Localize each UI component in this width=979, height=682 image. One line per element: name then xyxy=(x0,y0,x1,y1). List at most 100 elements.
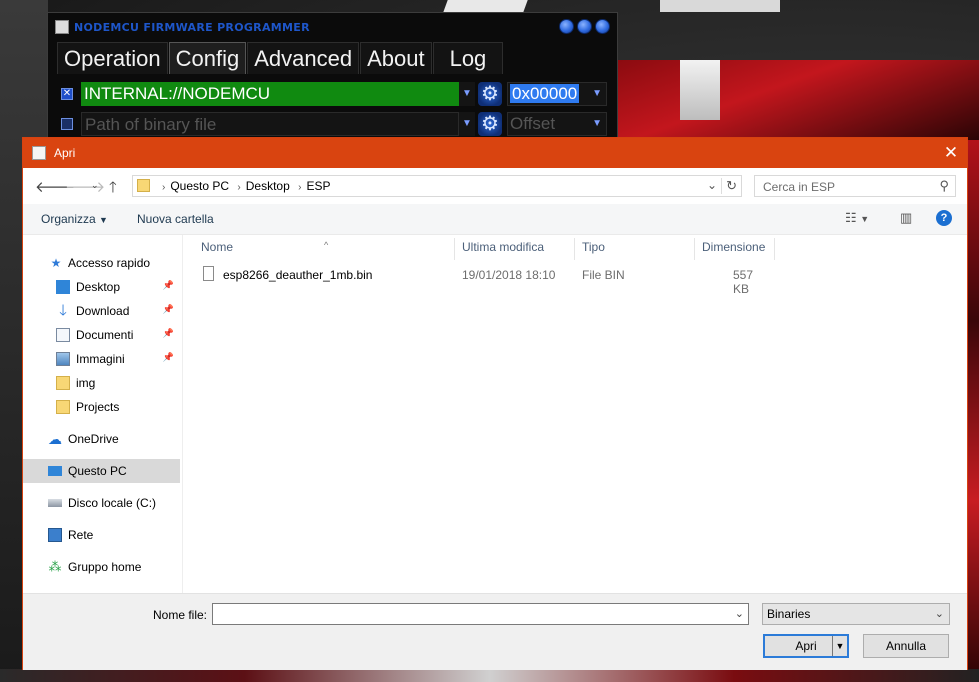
column-header-size[interactable]: Dimensione xyxy=(695,238,775,260)
tab-log[interactable]: Log xyxy=(432,42,504,74)
new-folder-button[interactable]: Nuova cartella xyxy=(137,212,214,226)
gear-icon[interactable]: ⚙ xyxy=(478,112,502,136)
breadcrumb: › Questo PC › Desktop › ESP xyxy=(157,179,330,193)
nav-homegroup[interactable]: ⁂ Gruppo home xyxy=(23,555,180,579)
maximize-icon[interactable] xyxy=(577,19,592,34)
nav-item-label: Immagini xyxy=(76,352,125,366)
nav-quick-access[interactable]: ★ Accesso rapido xyxy=(23,251,180,275)
nav-this-pc[interactable]: Questo PC xyxy=(23,459,180,483)
row-1-address-value: 0x00000 xyxy=(510,84,580,103)
download-icon: 🡓 xyxy=(59,302,67,319)
chevron-down-icon: ▼ xyxy=(592,88,602,99)
row-2-path[interactable]: Path of binary file xyxy=(81,112,459,136)
nav-item-label: Projects xyxy=(76,400,120,414)
view-options-icon[interactable]: ☷ ▼ xyxy=(845,210,869,226)
nav-item-label: Desktop xyxy=(76,280,121,294)
tab-advanced[interactable]: Advanced xyxy=(247,42,360,74)
refresh-icon[interactable]: ↻ xyxy=(721,178,737,194)
background-car xyxy=(618,60,979,140)
tab-operation[interactable]: Operation xyxy=(57,42,168,74)
file-modified: 19/01/2018 18:10 xyxy=(462,268,556,282)
breadcrumb-esp[interactable]: ESP xyxy=(306,179,330,193)
nav-network[interactable]: Rete xyxy=(23,523,180,547)
search-input[interactable]: Cerca in ESP ⚲ xyxy=(754,175,956,197)
nav-item-documenti[interactable]: Documenti 📌 xyxy=(23,323,180,347)
close-icon[interactable] xyxy=(595,19,610,34)
preview-pane-icon[interactable]: ▥ xyxy=(900,210,912,226)
search-placeholder: Cerca in ESP xyxy=(763,180,836,194)
breadcrumb-separator: › xyxy=(298,182,302,193)
folder-icon xyxy=(137,179,150,192)
breadcrumb-separator: › xyxy=(162,182,166,193)
background-stripe xyxy=(660,0,780,12)
chevron-down-icon[interactable]: ⌄ xyxy=(707,178,717,192)
row-1-path[interactable]: INTERNAL://NODEMCU xyxy=(81,82,459,106)
nodemcu-window: NODEMCU FIRMWARE PROGRAMMER Operation Co… xyxy=(47,12,618,140)
table-row[interactable]: esp8266_deauther_1mb.bin 19/01/2018 18:1… xyxy=(201,265,771,296)
up-arrow-icon[interactable]: 🡑 xyxy=(109,177,117,202)
close-icon[interactable]: ✕ xyxy=(935,138,967,168)
nav-this-pc-label: Questo PC xyxy=(68,464,127,478)
chevron-down-icon[interactable]: ▼ xyxy=(832,636,847,656)
file-name: esp8266_deauther_1mb.bin xyxy=(223,268,373,282)
dialog-footer: Nome file: ⌄ Binaries ⌄ Apri ▼ Annulla xyxy=(23,593,967,670)
organize-button[interactable]: Organizza ▼ xyxy=(41,212,108,226)
forward-arrow-icon[interactable]: 🡒 xyxy=(65,177,105,196)
folder-icon xyxy=(56,376,70,390)
chevron-down-icon: ⌄ xyxy=(934,608,944,620)
nav-item-label: img xyxy=(76,376,96,390)
background-car-detail xyxy=(680,60,720,120)
app-icon xyxy=(32,146,46,160)
chevron-down-icon[interactable]: ▼ xyxy=(459,82,475,106)
pin-icon[interactable]: 📌 xyxy=(163,328,174,339)
dialog-titlebar: Apri ✕ xyxy=(23,138,967,168)
open-button[interactable]: Apri ▼ xyxy=(763,634,849,658)
row-2-address[interactable]: Offset ▼ xyxy=(507,112,607,136)
pin-icon[interactable]: 📌 xyxy=(163,280,174,291)
row-1-checkbox[interactable]: ✕ xyxy=(61,88,73,100)
open-button-label: Apri xyxy=(795,639,817,653)
gear-icon[interactable]: ⚙ xyxy=(478,82,502,106)
cancel-button[interactable]: Annulla xyxy=(863,634,949,658)
chevron-down-icon[interactable]: ⌄ xyxy=(735,607,744,620)
file-type-select[interactable]: Binaries ⌄ xyxy=(762,603,950,625)
filename-input[interactable]: ⌄ xyxy=(212,603,749,625)
star-icon: ★ xyxy=(50,256,62,270)
nav-item-projects[interactable]: Projects xyxy=(23,395,180,419)
row-2-checkbox[interactable] xyxy=(61,118,73,130)
chevron-down-icon[interactable]: ▼ xyxy=(459,112,475,136)
column-header-type[interactable]: Tipo xyxy=(575,238,695,260)
background-bottom xyxy=(0,669,979,682)
breadcrumb-desktop[interactable]: Desktop xyxy=(246,179,290,193)
nodemcu-title: NODEMCU FIRMWARE PROGRAMMER xyxy=(74,21,310,34)
folder-icon xyxy=(56,400,70,414)
background-right xyxy=(968,140,979,680)
pin-icon[interactable]: 📌 xyxy=(163,304,174,315)
file-list: Nome ^ Ultima modifica Tipo Dimensione es… xyxy=(183,235,967,593)
nav-onedrive[interactable]: ☁ OneDrive xyxy=(23,427,180,451)
tab-about[interactable]: About xyxy=(360,42,432,74)
address-bar[interactable]: › Questo PC › Desktop › ESP ⌄ ↻ xyxy=(132,175,742,197)
row-1-address[interactable]: 0x00000 ▼ xyxy=(507,82,607,106)
recent-chevron-icon[interactable]: ⌄ xyxy=(91,180,99,191)
nav-item-desktop[interactable]: Desktop 📌 xyxy=(23,275,180,299)
help-icon[interactable]: ? xyxy=(936,210,952,226)
nav-item-immagini[interactable]: Immagini 📌 xyxy=(23,347,180,371)
nav-homegroup-label: Gruppo home xyxy=(68,560,142,574)
nav-item-download[interactable]: 🡓 Download 📌 xyxy=(23,299,180,323)
nav-local-disk[interactable]: Disco locale (C:) xyxy=(23,491,180,515)
column-header-name[interactable]: Nome ^ xyxy=(183,238,455,260)
file-type-value: Binaries xyxy=(767,607,811,621)
minimize-icon[interactable] xyxy=(559,19,574,34)
nav-item-label: Documenti xyxy=(76,328,134,342)
breadcrumb-this-pc[interactable]: Questo PC xyxy=(170,179,229,193)
tab-config[interactable]: Config xyxy=(168,42,247,74)
pin-icon[interactable]: 📌 xyxy=(163,352,174,363)
nav-item-img[interactable]: img xyxy=(23,371,180,395)
nav-onedrive-label: OneDrive xyxy=(68,432,119,446)
column-header-modified[interactable]: Ultima modifica xyxy=(455,238,575,260)
chevron-down-icon: ▼ xyxy=(99,215,108,225)
dialog-title: Apri xyxy=(54,146,76,160)
firmware-row-2: Path of binary file ▼ ⚙ Offset ▼ xyxy=(57,111,609,137)
pictures-icon xyxy=(56,352,70,366)
